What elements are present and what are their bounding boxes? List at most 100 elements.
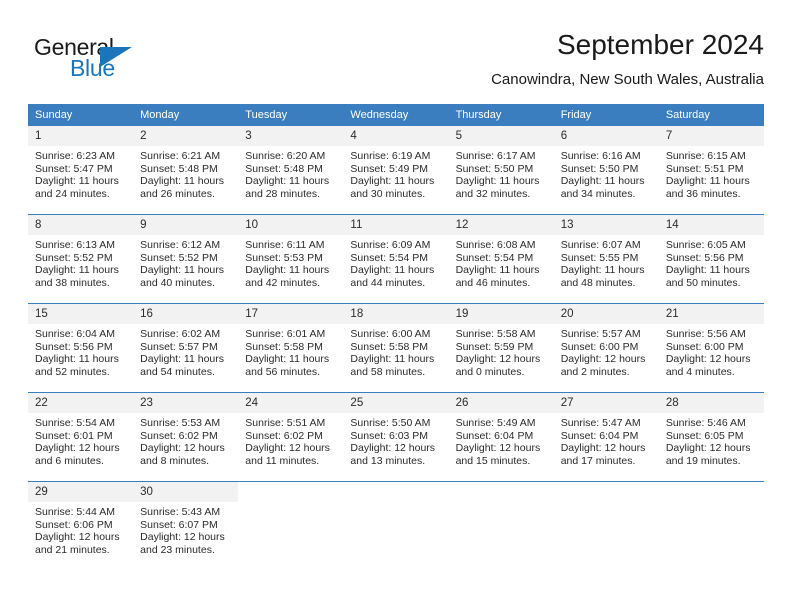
day-sunset-text: Sunset: 6:04 PM: [560, 429, 639, 442]
day-sunrise-text: Sunrise: 6:16 AM: [560, 150, 641, 162]
day-number-cell[interactable]: 10: [238, 214, 344, 235]
day-sunset-text: Sunset: 6:06 PM: [35, 518, 113, 531]
day-info-cell: Sunrise: 6:01 AM Sunset: 5:58 PM Daylight:…: [238, 324, 344, 393]
day-daylight2-text: and 48 minutes.: [560, 276, 636, 289]
day-sunrise-text: Sunrise: 6:02 AM: [140, 328, 221, 340]
day-number-cell[interactable]: 17: [238, 303, 344, 324]
day-info-empty: [658, 502, 764, 570]
day-number-cell[interactable]: 11: [343, 214, 449, 235]
title-block: September 2024 Canowindra, New South Wal…: [491, 28, 764, 90]
day-info-cell: Sunrise: 6:17 AM Sunset: 5:50 PM Daylight:…: [448, 146, 554, 215]
day-sunrise-text: Sunrise: 5:43 AM: [140, 506, 221, 518]
day-daylight1-text: Daylight: 11 hours: [560, 175, 645, 188]
week-daynumber-row: 8 9 10 11 12 13 14: [28, 214, 764, 235]
day-info-cell: Sunrise: 5:49 AM Sunset: 6:04 PM Daylight:…: [448, 413, 554, 482]
day-sunrise-text: Sunrise: 5:46 AM: [665, 417, 746, 429]
day-sunset-text: Sunset: 5:54 PM: [350, 251, 429, 264]
day-daylight2-text: and 44 minutes.: [350, 276, 426, 289]
week-info-row: Sunrise: 6:13 AM Sunset: 5:52 PM Daylight:…: [28, 235, 764, 304]
day-sunset-text: Sunset: 5:48 PM: [245, 162, 323, 175]
day-daylight2-text: and 24 minutes.: [35, 187, 110, 200]
day-number-cell[interactable]: 18: [343, 303, 449, 324]
day-info-cell: Sunrise: 5:57 AM Sunset: 6:00 PM Daylight:…: [553, 324, 659, 393]
day-info-cell: Sunrise: 5:50 AM Sunset: 6:03 PM Daylight:…: [343, 413, 449, 482]
day-info-cell: Sunrise: 6:00 AM Sunset: 5:58 PM Daylight:…: [343, 324, 449, 393]
day-sunset-text: Sunset: 5:50 PM: [560, 162, 639, 175]
day-number-cell[interactable]: 25: [343, 392, 449, 413]
day-sunset-text: Sunset: 6:02 PM: [245, 429, 323, 442]
day-info-cell: Sunrise: 6:21 AM Sunset: 5:48 PM Daylight:…: [133, 146, 239, 215]
day-number-cell[interactable]: 6: [553, 126, 659, 146]
day-number-cell[interactable]: 9: [133, 214, 239, 235]
day-number-cell[interactable]: 27: [553, 392, 659, 413]
day-number-cell[interactable]: 1: [28, 126, 134, 146]
day-daylight2-text: and 40 minutes.: [140, 276, 215, 289]
page-title: September 2024: [556, 29, 764, 60]
day-info-cell: Sunrise: 6:16 AM Sunset: 5:50 PM Daylight:…: [553, 146, 659, 215]
day-number-cell[interactable]: 7: [658, 126, 764, 146]
day-number-cell[interactable]: 28: [658, 392, 764, 413]
day-daylight2-text: and 58 minutes.: [350, 365, 426, 378]
day-number-cell[interactable]: 20: [553, 303, 659, 324]
day-daylight1-text: Daylight: 12 hours: [35, 531, 120, 544]
day-sunset-text: Sunset: 5:58 PM: [350, 340, 429, 353]
day-sunrise-text: Sunrise: 5:44 AM: [35, 506, 115, 518]
day-number-cell[interactable]: 19: [448, 303, 554, 324]
day-daylight2-text: and 42 minutes.: [245, 276, 320, 289]
day-number-cell[interactable]: 23: [133, 392, 239, 413]
day-number-cell[interactable]: 4: [343, 126, 449, 146]
day-daylight2-text: and 21 minutes.: [35, 543, 110, 556]
day-number-cell[interactable]: 8: [28, 214, 134, 235]
day-info-cell: Sunrise: 6:04 AM Sunset: 5:56 PM Daylight:…: [28, 324, 134, 393]
day-info-empty: [448, 502, 554, 570]
day-sunrise-text: Sunrise: 5:54 AM: [35, 417, 115, 429]
day-cell-empty: [553, 481, 659, 502]
day-number-cell[interactable]: 30: [133, 481, 239, 502]
day-sunset-text: Sunset: 5:55 PM: [560, 251, 639, 264]
day-sunset-text: Sunset: 6:03 PM: [350, 429, 429, 442]
day-sunrise-text: Sunrise: 6:01 AM: [245, 328, 326, 340]
day-daylight1-text: Daylight: 11 hours: [350, 353, 435, 366]
day-cell-empty: [238, 481, 344, 502]
day-sunset-text: Sunset: 5:47 PM: [35, 162, 113, 175]
day-number-cell[interactable]: 29: [28, 481, 134, 502]
day-number-cell[interactable]: 13: [553, 214, 659, 235]
day-sunrise-text: Sunrise: 6:08 AM: [455, 239, 536, 251]
day-number-cell[interactable]: 5: [448, 126, 554, 146]
day-sunrise-text: Sunrise: 6:04 AM: [35, 328, 115, 340]
day-sunset-text: Sunset: 6:02 PM: [140, 429, 218, 442]
day-daylight1-text: Daylight: 11 hours: [455, 175, 540, 188]
day-number-cell[interactable]: 22: [28, 392, 134, 413]
day-sunrise-text: Sunrise: 6:05 AM: [665, 239, 746, 251]
day-info-cell: Sunrise: 6:23 AM Sunset: 5:47 PM Daylight:…: [28, 146, 134, 215]
day-number-cell[interactable]: 2: [133, 126, 239, 146]
week-info-row: Sunrise: 6:04 AM Sunset: 5:56 PM Daylight:…: [28, 324, 764, 393]
day-sunrise-text: Sunrise: 6:07 AM: [560, 239, 641, 251]
day-number-cell[interactable]: 15: [28, 303, 134, 324]
day-number-cell[interactable]: 21: [658, 303, 764, 324]
day-info-cell: Sunrise: 5:54 AM Sunset: 6:01 PM Daylight:…: [28, 413, 134, 482]
day-number-cell[interactable]: 16: [133, 303, 239, 324]
day-daylight1-text: Daylight: 11 hours: [35, 264, 119, 277]
day-number-cell[interactable]: 26: [448, 392, 554, 413]
day-daylight1-text: Daylight: 11 hours: [140, 175, 224, 188]
logo-word-blue: Blue: [70, 55, 115, 81]
day-sunrise-text: Sunrise: 6:20 AM: [245, 150, 326, 162]
day-number-cell[interactable]: 14: [658, 214, 764, 235]
day-number-cell[interactable]: 24: [238, 392, 344, 413]
day-daylight2-text: and 38 minutes.: [35, 276, 110, 289]
day-cell-empty: [658, 481, 764, 502]
day-sunset-text: Sunset: 6:05 PM: [665, 429, 744, 442]
day-number-cell[interactable]: 12: [448, 214, 554, 235]
day-sunset-text: Sunset: 5:57 PM: [140, 340, 218, 353]
day-daylight2-text: and 6 minutes.: [35, 454, 104, 467]
day-daylight1-text: Daylight: 11 hours: [35, 175, 119, 188]
day-sunset-text: Sunset: 5:52 PM: [35, 251, 113, 264]
day-number-cell[interactable]: 3: [238, 126, 344, 146]
weekday-header-tuesday: Tuesday: [238, 104, 344, 126]
day-info-cell: Sunrise: 5:44 AM Sunset: 6:06 PM Daylight:…: [28, 502, 134, 570]
day-sunrise-text: Sunrise: 5:58 AM: [455, 328, 536, 340]
day-daylight2-text: and 11 minutes.: [245, 454, 320, 467]
day-info-cell: Sunrise: 6:11 AM Sunset: 5:53 PM Daylight:…: [238, 235, 344, 304]
day-info-cell: Sunrise: 5:58 AM Sunset: 5:59 PM Daylight:…: [448, 324, 554, 393]
